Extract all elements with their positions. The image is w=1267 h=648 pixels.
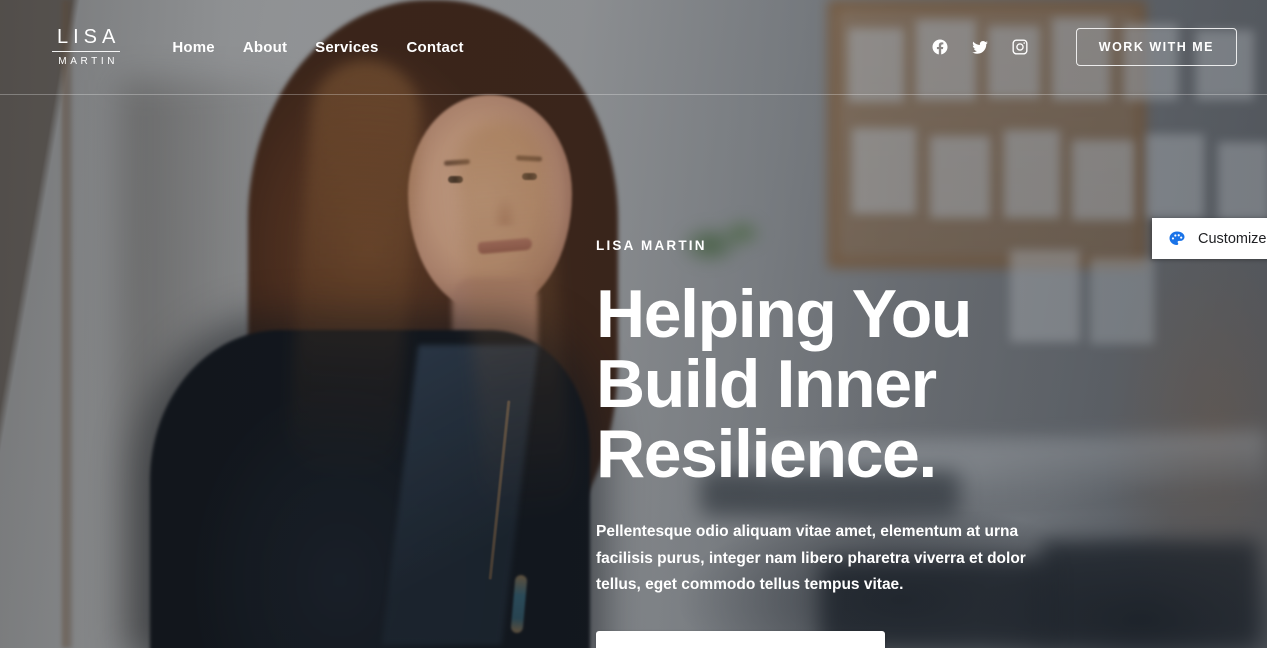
- customize-panel[interactable]: Customize: [1152, 218, 1267, 259]
- facebook-icon[interactable]: [931, 38, 949, 56]
- nav-item-services[interactable]: Services: [315, 39, 378, 56]
- brand-logo[interactable]: LISA MARTIN: [52, 27, 121, 67]
- page-root: LISA MARTIN Home About Services Contact …: [0, 0, 1267, 648]
- hero-eyebrow: LISA MARTIN: [596, 238, 707, 253]
- twitter-icon[interactable]: [971, 38, 989, 56]
- site-header: LISA MARTIN Home About Services Contact …: [0, 0, 1267, 95]
- social-links: [931, 38, 1029, 56]
- nav-item-contact[interactable]: Contact: [407, 39, 464, 56]
- brand-logo-line2: MARTIN: [58, 56, 119, 67]
- nav-item-about[interactable]: About: [243, 39, 287, 56]
- instagram-icon[interactable]: [1011, 38, 1029, 56]
- hero-paragraph: Pellentesque odio aliquam vitae amet, el…: [596, 523, 1026, 593]
- palette-icon: [1168, 230, 1186, 248]
- main-navigation: Home About Services Contact: [172, 39, 463, 56]
- work-with-me-button[interactable]: WORK WITH ME: [1075, 28, 1237, 66]
- brand-logo-line1: LISA: [52, 27, 121, 52]
- hero-content: LISA MARTIN Helping You Build Inner Resi…: [596, 238, 1156, 648]
- lets-work-together-button[interactable]: LET'S WORK TOGETHER: [596, 630, 885, 648]
- nav-item-home[interactable]: Home: [172, 39, 214, 56]
- header-right-group: WORK WITH ME: [931, 28, 1237, 66]
- hero-title: Helping You Build Inner Resilience.: [596, 276, 972, 492]
- customize-label: Customize: [1198, 230, 1267, 247]
